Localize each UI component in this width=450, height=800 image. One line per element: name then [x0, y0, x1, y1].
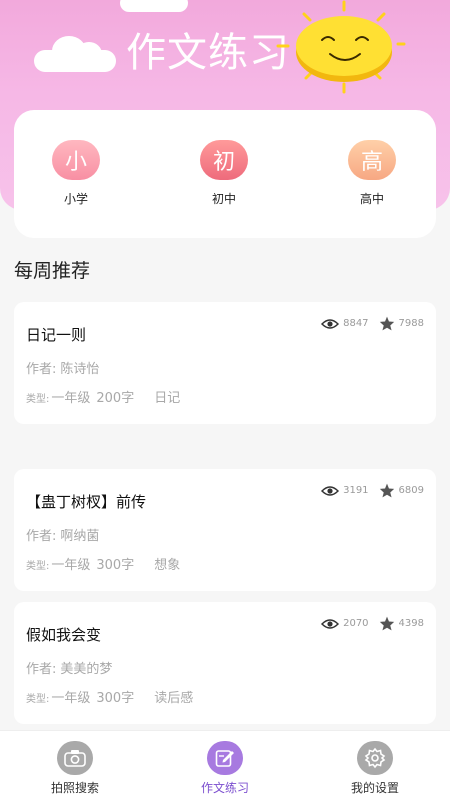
- favorite-count: 7988: [398, 318, 424, 329]
- view-count: 8847: [343, 318, 369, 329]
- article-stats: 8847 7988: [321, 316, 424, 331]
- level-icon: 小: [52, 140, 100, 180]
- nav-label: 拍照搜索: [50, 781, 99, 795]
- article-title: 假如我会变: [26, 626, 102, 644]
- article-card[interactable]: 2070 4398 假如我会变 作者: 美美的梦 类型: 一年级 300字 读后感: [14, 602, 436, 724]
- nav-my-settings[interactable]: 我的设置: [325, 741, 425, 796]
- nav-label: 我的设置: [350, 781, 399, 795]
- level-senior[interactable]: 高 高中: [332, 140, 412, 207]
- level-junior[interactable]: 初 初中: [184, 140, 264, 207]
- nav-composition-practice[interactable]: 作文练习: [175, 741, 275, 796]
- favorite-count: 4398: [398, 618, 424, 629]
- article-meta: 类型: 一年级 300字 想象: [26, 558, 181, 573]
- eye-icon: [321, 485, 340, 497]
- eye-icon: [321, 618, 340, 630]
- star-icon: [379, 616, 395, 631]
- view-count: 3191: [343, 485, 369, 496]
- article-title: 日记一则: [26, 326, 87, 344]
- nav-photo-search[interactable]: 拍照搜索: [25, 741, 125, 796]
- level-label: 高中: [359, 192, 384, 206]
- cloud-decoration: [34, 36, 116, 72]
- article-card[interactable]: 8847 7988 日记一则 作者: 陈诗怡 类型: 一年级 200字 日记: [14, 302, 436, 424]
- article-card[interactable]: 3191 6809 【蛊丁树杈】前传 作者: 啊纳菌 类型: 一年级 300字 想象: [14, 469, 436, 591]
- sun-icon: [276, 0, 406, 94]
- level-label: 初中: [211, 192, 236, 206]
- bottom-navigation: 拍照搜索 作文练习 我的设置: [0, 730, 450, 800]
- article-title: 【蛊丁树杈】前传: [26, 493, 147, 511]
- article-stats: 2070 4398: [321, 616, 424, 631]
- page-title: 作文练习: [126, 30, 290, 76]
- cloud-decoration: [120, 0, 188, 12]
- eye-icon: [321, 318, 340, 330]
- gear-icon: [357, 741, 393, 775]
- article-meta: 类型: 一年级 200字 日记: [26, 391, 181, 406]
- level-icon: 高: [348, 140, 396, 180]
- level-icon: 初: [200, 140, 248, 180]
- article-author: 作者: 美美的梦: [26, 662, 113, 677]
- article-author: 作者: 陈诗怡: [26, 362, 100, 377]
- nav-label: 作文练习: [200, 781, 249, 795]
- star-icon: [379, 483, 395, 498]
- star-icon: [379, 316, 395, 331]
- article-stats: 3191 6809: [321, 483, 424, 498]
- camera-icon: [57, 741, 93, 775]
- section-title: 每周推荐: [14, 260, 91, 282]
- edit-icon: [207, 741, 243, 775]
- article-author: 作者: 啊纳菌: [26, 529, 100, 544]
- view-count: 2070: [343, 618, 369, 629]
- article-meta: 类型: 一年级 300字 读后感: [26, 691, 194, 706]
- level-label: 小学: [63, 192, 88, 206]
- favorite-count: 6809: [398, 485, 424, 496]
- level-selector: 小 小学 初 初中 高 高中: [14, 110, 436, 238]
- level-primary[interactable]: 小 小学: [36, 140, 116, 207]
